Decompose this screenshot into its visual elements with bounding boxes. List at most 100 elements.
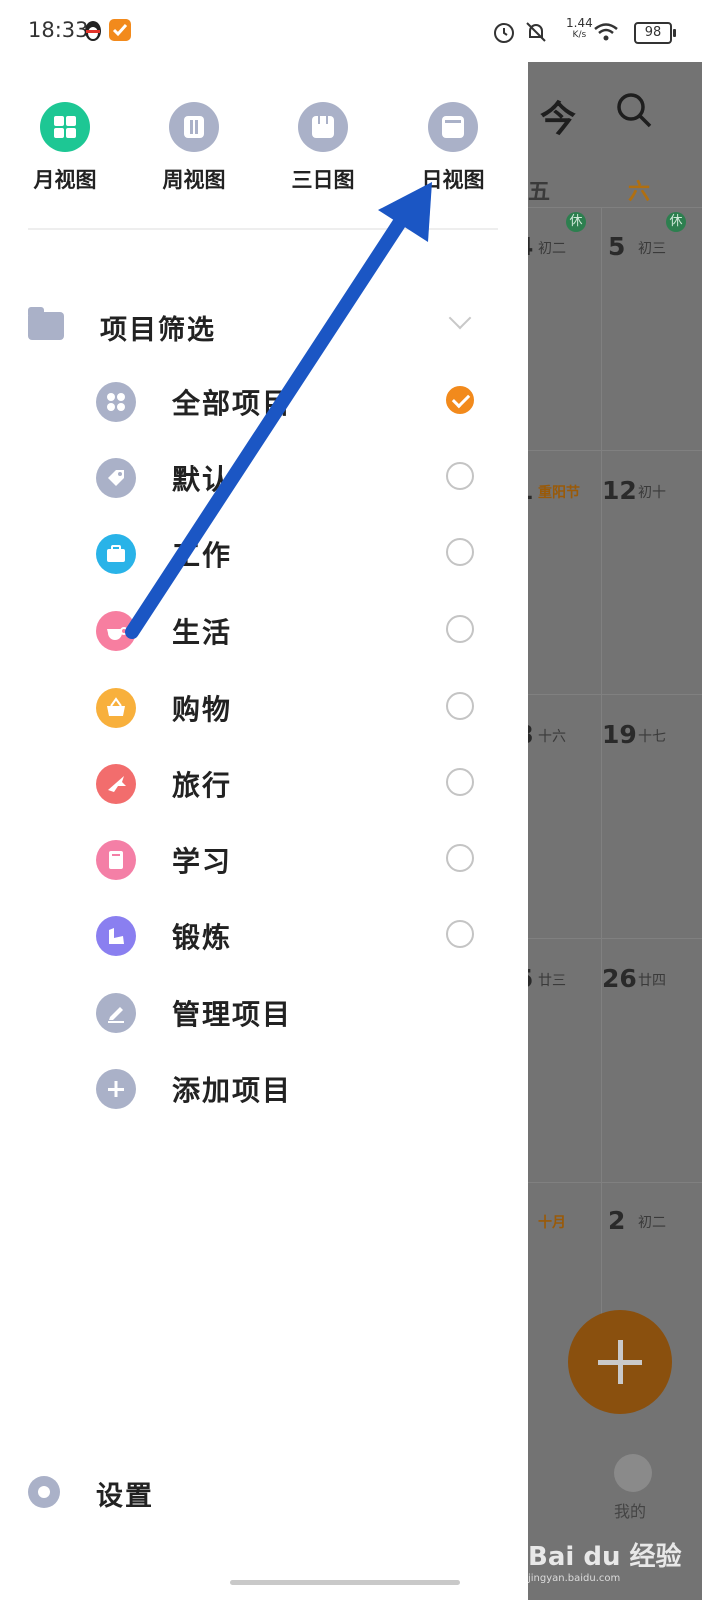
gear-icon [28,1476,60,1508]
calendar-row-divider [528,1182,702,1183]
basket-icon [96,688,136,728]
calendar-day[interactable]: 5 [608,232,625,261]
project-item-label: 工作 [172,539,233,572]
project-item-label: 全部项目 [172,387,293,420]
week-view-label: 周视图 [162,168,226,192]
calendar-row-divider [528,450,702,451]
unchecked-radio[interactable] [446,768,474,796]
lunar-date: 十七 [638,729,666,745]
lunar-date: 廿四 [638,973,666,989]
project-item-work[interactable]: 工作 [96,528,498,578]
tag-icon [96,458,136,498]
chevron-down-icon[interactable] [448,306,472,330]
unchecked-radio[interactable] [446,920,474,948]
calendar-day[interactable]: 26 [602,964,637,993]
plus-icon [96,1069,136,1109]
settings-button[interactable]: 设置 [28,1468,328,1518]
plane-icon [96,764,136,804]
folder-icon [28,307,64,340]
unchecked-radio[interactable] [446,462,474,490]
add-project-label: 添加项目 [172,1074,293,1107]
rest-day-badge: 休 [666,212,686,232]
project-item-label: 学习 [172,845,233,878]
month-view-label: 月视图 [33,168,97,192]
project-item-all[interactable]: 全部项目 [96,376,498,426]
calendar-row-divider [528,207,702,208]
project-item-shopping[interactable]: 购物 [96,682,498,732]
lunar-date: 初十 [638,485,666,501]
baidu-watermark: Bai du 经验 jingyan.baidu.com [528,1536,682,1584]
unchecked-radio[interactable] [446,844,474,872]
unchecked-radio[interactable] [446,615,474,643]
project-item-default[interactable]: 默认 [96,452,498,502]
day-view-button[interactable]: 日视图 [403,102,503,194]
checked-radio[interactable] [446,386,474,414]
rest-day-badge: 休 [566,212,586,232]
project-item-label: 生活 [172,616,233,649]
project-item-study[interactable]: 学习 [96,834,498,884]
weekday-fri: 五 [528,180,551,205]
cup-icon [96,611,136,651]
status-time: 18:33 [28,18,89,42]
project-item-exercise[interactable]: 锻炼 [96,910,498,960]
project-filter-title: 项目筛选 [100,315,216,346]
book-icon [96,840,136,880]
add-project-button[interactable]: 添加项目 [96,1063,498,1113]
project-item-label: 默认 [172,463,233,496]
battery-indicator: 98 [634,22,676,44]
project-item-travel[interactable]: 旅行 [96,758,498,808]
wifi-icon [594,23,618,41]
month-grid-icon [40,102,90,152]
calendar-day[interactable]: 19 [602,720,637,749]
project-item-label: 旅行 [172,769,233,802]
divider [28,228,498,230]
today-button[interactable]: 今 [540,90,576,142]
me-avatar-icon[interactable] [614,1454,652,1492]
lunar-date: 初三 [638,241,666,257]
muscle-icon [96,916,136,956]
home-indicator[interactable] [230,1580,460,1585]
three-day-icon [298,102,348,152]
manage-projects-button[interactable]: 管理项目 [96,987,498,1037]
calendar-background: 今 五 六 休 休 4 初二 5 初三 1 重阳节 12 初十 8 十六 19 … [516,62,702,1600]
three-day-view-label: 三日图 [291,168,355,192]
lunar-date: 初二 [638,1215,666,1231]
task-check-icon [109,19,131,41]
side-drawer: 月视图 周视图 三日图 日视图 项目筛选 全部项目 默认 工作 生活 购物 旅行… [0,62,528,1600]
project-item-life[interactable]: 生活 [96,605,498,655]
search-icon[interactable] [614,90,654,130]
mute-bell-icon [526,22,546,42]
calendar-day[interactable]: 12 [602,476,637,505]
status-bar: 18:33 1.44 K/s 98 [0,0,702,62]
settings-label: 设置 [96,1481,154,1512]
net-speed: 1.44 K/s [566,17,593,41]
alarm-icon [494,23,514,43]
day-view-icon [428,102,478,152]
project-filter-header[interactable]: 项目筛选 [28,306,498,358]
month-label: 十月 [538,1215,566,1231]
calendar-day[interactable]: 2 [608,1206,625,1235]
calendar-row-divider [528,938,702,939]
month-view-button[interactable]: 月视图 [15,102,115,194]
apps-icon [96,382,136,422]
add-event-fab[interactable] [568,1310,672,1414]
edit-pencil-icon [96,993,136,1033]
unchecked-radio[interactable] [446,538,474,566]
qq-penguin-icon [85,21,101,41]
lunar-date: 十六 [538,729,566,745]
festival-label: 重阳节 [538,485,580,501]
manage-projects-label: 管理项目 [172,998,293,1031]
weekday-sat: 六 [628,180,651,205]
three-day-view-button[interactable]: 三日图 [273,102,373,194]
calendar-row-divider [528,694,702,695]
week-view-button[interactable]: 周视图 [144,102,244,194]
watermark-url: jingyan.baidu.com [528,1573,621,1584]
calendar-column-divider [601,207,602,1407]
unchecked-radio[interactable] [446,692,474,720]
week-columns-icon [169,102,219,152]
day-view-label: 日视图 [421,168,485,192]
project-item-label: 购物 [172,693,233,726]
lunar-date: 初二 [538,241,566,257]
me-tab-label: 我的 [614,1502,647,1521]
watermark-brand: Bai du 经验 [528,1542,682,1572]
